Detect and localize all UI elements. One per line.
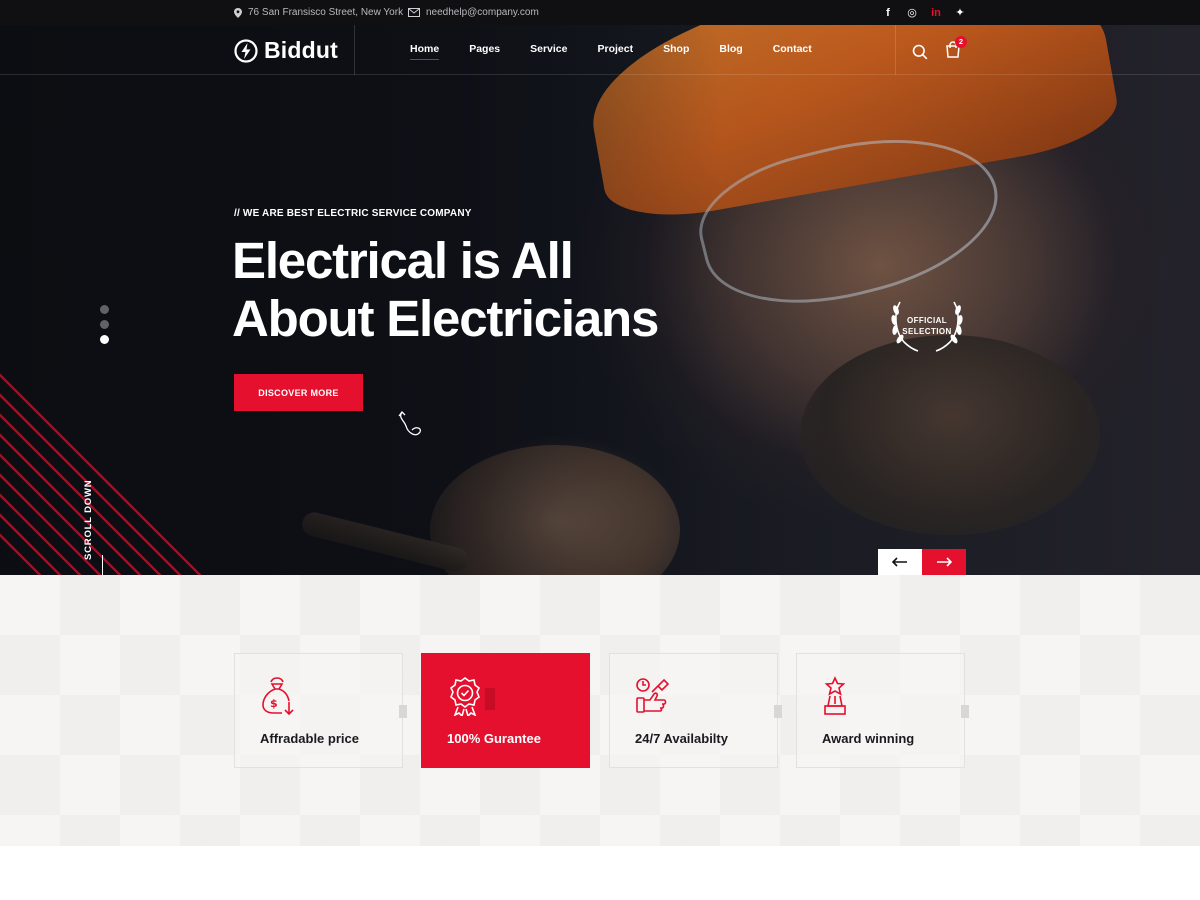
slider-dot[interactable] xyxy=(100,305,109,314)
menu-item-blog[interactable]: Blog xyxy=(719,43,742,55)
feature-title: Award winning xyxy=(822,731,915,746)
card-notch xyxy=(774,705,782,718)
main-navbar: Biddut Home Pages Service Project Shop B… xyxy=(0,25,1200,75)
cart-button[interactable]: 2 xyxy=(945,36,967,63)
prev-slide-button[interactable] xyxy=(878,549,922,575)
hero-headline-line2: About Electricians xyxy=(232,290,659,347)
menu-item-project[interactable]: Project xyxy=(598,43,634,55)
scroll-line-top xyxy=(102,555,103,575)
menu-item-home[interactable]: Home xyxy=(410,43,440,60)
arrow-right-icon xyxy=(937,557,952,567)
email-info[interactable]: needhelp@company.com xyxy=(408,7,539,18)
search-icon[interactable] xyxy=(912,44,928,60)
menu-item-pages[interactable]: Pages xyxy=(469,43,500,55)
svg-text:$: $ xyxy=(270,697,278,710)
features-section: $ Affradable price 100% Gurantee 24/7 Av… xyxy=(0,575,1200,846)
hero-headline-line1: Electrical is All xyxy=(232,232,574,289)
discover-more-button[interactable]: DISCOVER MORE xyxy=(234,374,363,411)
nav-divider xyxy=(354,25,355,75)
card-notch xyxy=(485,688,495,710)
next-section-strip xyxy=(0,846,1200,900)
logo-text: Biddut xyxy=(264,37,339,63)
address-text: 76 San Fransisco Street, New York xyxy=(248,7,404,18)
feature-card-availability[interactable]: 24/7 Availabilty xyxy=(609,653,782,768)
menu-item-contact[interactable]: Contact xyxy=(773,43,812,55)
hero-tagline: // WE ARE BEST ELECTRIC SERVICE COMPANY xyxy=(234,208,472,219)
social-links: f ◎ in ✦ xyxy=(882,6,966,20)
badge-check-icon xyxy=(449,677,481,716)
card-notch xyxy=(399,705,407,718)
menu-item-shop[interactable]: Shop xyxy=(663,43,689,55)
curly-arrow-icon xyxy=(398,411,422,436)
instagram-icon[interactable]: ◎ xyxy=(906,6,918,19)
cart-count-badge: 2 xyxy=(955,36,967,48)
badge-line2: SELECTION xyxy=(902,327,952,336)
linkedin-icon[interactable]: in xyxy=(930,7,942,19)
feature-card-award[interactable]: Award winning xyxy=(796,653,969,768)
slider-dot[interactable] xyxy=(100,320,109,329)
next-slide-button[interactable] xyxy=(922,549,966,575)
slider-dot-active[interactable] xyxy=(100,335,109,344)
feature-title: 100% Gurantee xyxy=(447,731,541,746)
money-bag-icon: $ xyxy=(262,677,294,716)
menu-item-service[interactable]: Service xyxy=(530,43,567,55)
slider-arrows xyxy=(878,549,966,575)
scroll-down-label: SCROLL DOWN xyxy=(83,479,94,560)
feature-card-guarantee[interactable]: 100% Gurantee xyxy=(421,653,590,768)
twitter-icon[interactable]: ✦ xyxy=(954,6,966,19)
badge-line1: OFFICIAL xyxy=(906,316,948,325)
top-info-bar: 76 San Fransisco Street, New York needhe… xyxy=(0,0,1200,25)
hero-headline: Electrical is All About Electricians xyxy=(232,232,752,348)
card-notch xyxy=(961,705,969,718)
feature-card-price[interactable]: $ Affradable price xyxy=(234,653,407,768)
main-menu: Home Pages Service Project Shop Blog Con… xyxy=(410,43,842,60)
mail-icon xyxy=(408,8,420,17)
nav-divider xyxy=(895,25,896,75)
logo[interactable]: Biddut xyxy=(234,37,338,64)
slider-dots xyxy=(100,305,109,344)
email-text[interactable]: needhelp@company.com xyxy=(426,7,539,18)
address-info: 76 San Fransisco Street, New York xyxy=(234,7,403,18)
arrow-left-icon xyxy=(892,557,907,567)
decorative-stripes xyxy=(0,373,202,575)
facebook-icon[interactable]: f xyxy=(882,7,894,19)
trophy-icon xyxy=(824,676,846,715)
nav-icons: 2 xyxy=(912,36,967,63)
lightning-logo-icon xyxy=(234,38,258,63)
support-hand-icon xyxy=(636,678,670,713)
official-selection-badge: OFFICIAL SELECTION xyxy=(886,296,968,354)
laurel-wreath-icon xyxy=(891,301,963,352)
feature-title: Affradable price xyxy=(260,731,359,746)
feature-title: 24/7 Availabilty xyxy=(635,731,728,746)
location-pin-icon xyxy=(234,7,242,18)
